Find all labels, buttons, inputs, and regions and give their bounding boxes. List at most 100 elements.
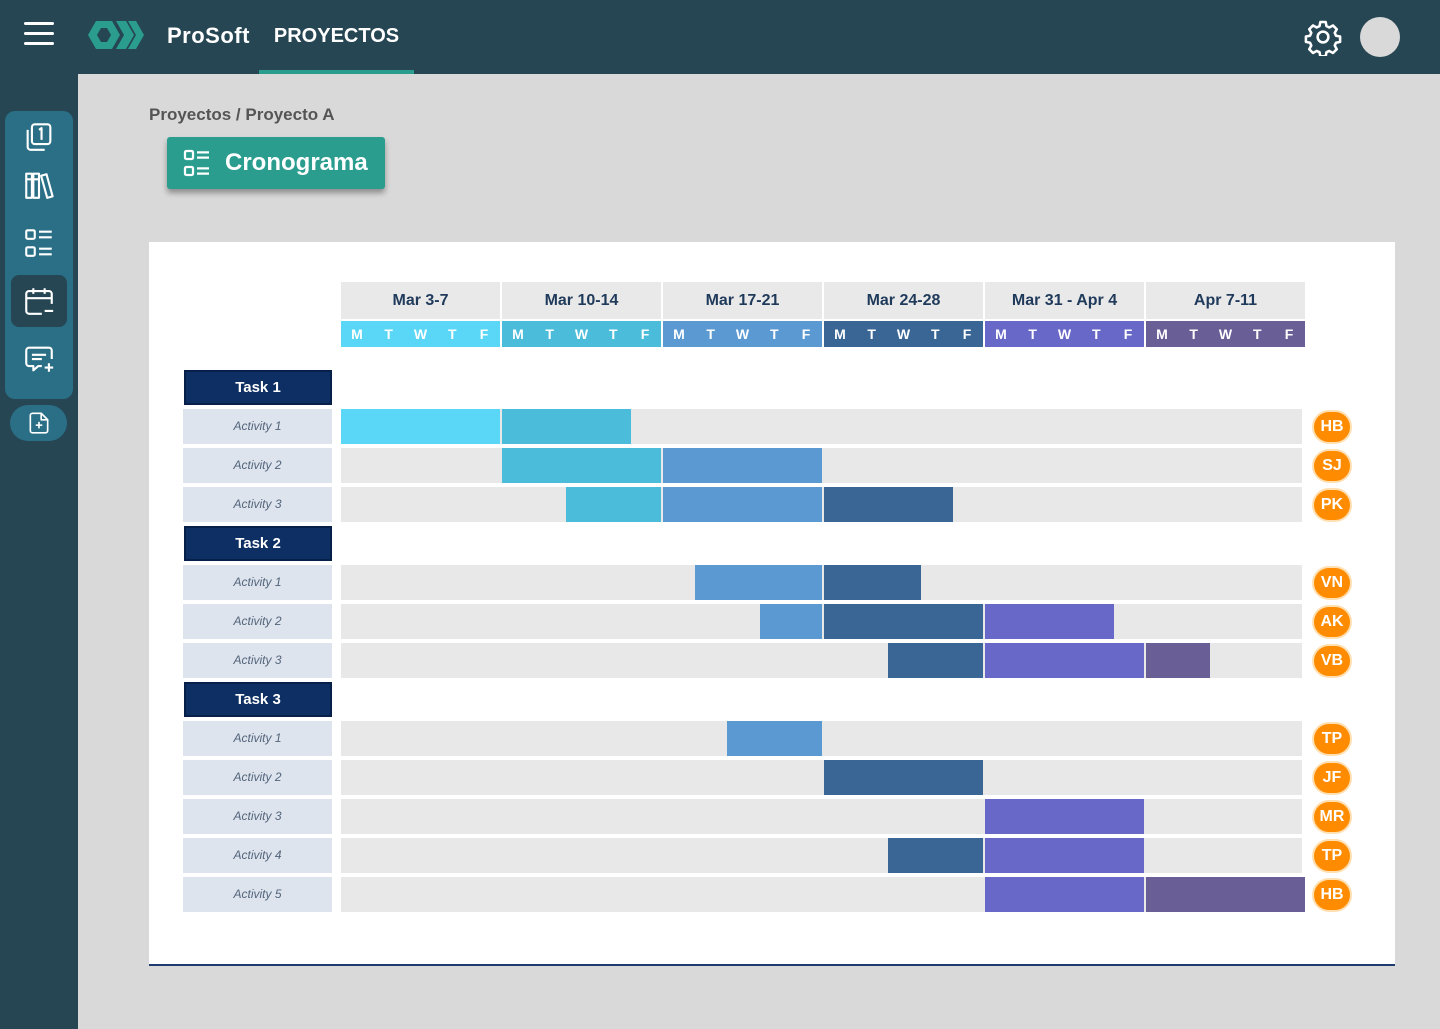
sidebar-item-duplicate[interactable] — [11, 111, 67, 163]
activity-bar[interactable] — [985, 838, 1144, 873]
assignee-badge[interactable]: PK — [1312, 488, 1352, 522]
assignee-badge[interactable]: TP — [1312, 722, 1352, 756]
day-label: T — [384, 326, 393, 342]
activity-bar[interactable] — [663, 487, 822, 522]
file-add-icon — [29, 412, 48, 434]
day-label: T — [1028, 326, 1037, 342]
day-label: T — [706, 326, 715, 342]
day-label: W — [574, 326, 589, 342]
activity-bar[interactable] — [727, 721, 822, 756]
activity-label: Activity 4 — [183, 838, 332, 873]
sidebar-group — [5, 111, 73, 399]
tab-proyectos-label: PROYECTOS — [273, 25, 400, 47]
assignee-badge[interactable]: MR — [1312, 800, 1352, 834]
activity-bar[interactable] — [985, 877, 1144, 912]
assignee-badge[interactable]: HB — [1312, 878, 1352, 912]
day-label: W — [896, 326, 911, 342]
activity-label: Activity 2 — [183, 448, 332, 483]
calendar-icon — [25, 288, 54, 315]
assignee-badge[interactable]: JF — [1312, 761, 1352, 795]
comment-add-icon — [25, 346, 54, 372]
schedule-list-icon — [183, 149, 209, 177]
activity-track — [341, 604, 1302, 639]
activity-bar[interactable] — [888, 643, 983, 678]
week-days: MTWTF — [341, 321, 500, 347]
sidebar-item-list[interactable] — [11, 217, 67, 269]
active-tab-indicator — [259, 70, 414, 74]
breadcrumb[interactable]: Proyectos / Proyecto A — [149, 105, 335, 125]
day-label: T — [1092, 326, 1101, 342]
day-label: M — [834, 326, 846, 342]
assignee-badge[interactable]: VN — [1312, 566, 1352, 600]
day-label: M — [1156, 326, 1168, 342]
activity-bar[interactable] — [888, 838, 983, 873]
sidebar-item-library[interactable] — [11, 159, 67, 211]
activity-bar[interactable] — [502, 409, 631, 444]
day-label: T — [448, 326, 457, 342]
task-label: Task 2 — [184, 526, 332, 561]
activity-bar[interactable] — [566, 487, 661, 522]
day-label: W — [413, 326, 428, 342]
sidebar-item-file-add[interactable] — [10, 405, 67, 441]
activity-bar[interactable] — [1146, 643, 1211, 678]
sidebar — [0, 74, 78, 1029]
user-avatar[interactable] — [1360, 17, 1400, 57]
activity-label: Activity 2 — [183, 760, 332, 795]
activity-bar[interactable] — [824, 487, 953, 522]
activity-bar[interactable] — [985, 604, 1114, 639]
activity-label: Activity 1 — [183, 721, 332, 756]
activity-bar[interactable] — [824, 604, 983, 639]
activity-bar[interactable] — [759, 604, 822, 639]
assignee-badge[interactable]: AK — [1312, 605, 1352, 639]
activity-bar[interactable] — [985, 799, 1144, 834]
activity-bar[interactable] — [824, 760, 983, 795]
sidebar-item-calendar[interactable] — [11, 275, 67, 327]
gantt-chart: Mar 3-7 M T W T F Mar 10-14 M T W T F Mar 17-21 M T W T F… — [149, 242, 1395, 966]
week-header: Mar 3-7 — [341, 282, 500, 319]
week-header: Apr 7-11 — [1146, 282, 1305, 319]
activity-bar[interactable] — [985, 643, 1144, 678]
day-label: T — [770, 326, 779, 342]
activity-track — [341, 760, 1302, 795]
day-label: T — [931, 326, 940, 342]
day-label: M — [673, 326, 685, 342]
activity-bar[interactable] — [663, 448, 822, 483]
activity-track — [341, 565, 1302, 600]
tab-proyectos[interactable]: PROYECTOS — [259, 0, 414, 74]
activity-track — [341, 721, 1302, 756]
day-label: F — [962, 326, 972, 342]
week-days: MTWTF — [663, 321, 822, 347]
sidebar-item-comment-add[interactable] — [11, 333, 67, 385]
week-days: MTWTF — [1146, 321, 1305, 347]
day-label: T — [867, 326, 876, 342]
activity-bar[interactable] — [1146, 877, 1305, 912]
list-icon — [25, 229, 52, 257]
activity-track — [341, 838, 1302, 873]
day-label: W — [735, 326, 750, 342]
day-label: T — [1253, 326, 1262, 342]
task-label: Task 1 — [184, 370, 332, 405]
activity-label: Activity 1 — [183, 409, 332, 444]
assignee-badge[interactable]: VB — [1312, 644, 1352, 678]
activity-bar[interactable] — [341, 409, 500, 444]
day-label: M — [995, 326, 1007, 342]
activity-bar[interactable] — [695, 565, 822, 600]
day-label: W — [1057, 326, 1072, 342]
task-label: Task 3 — [184, 682, 332, 717]
assignee-badge[interactable]: HB — [1312, 410, 1352, 444]
week-days: MTWTF — [985, 321, 1144, 347]
activity-bar[interactable] — [824, 565, 921, 600]
day-label: F — [1123, 326, 1133, 342]
activity-label: Activity 1 — [183, 565, 332, 600]
activity-bar[interactable] — [502, 448, 661, 483]
activity-track — [341, 877, 1305, 912]
gear-icon[interactable] — [1304, 18, 1342, 56]
activity-label: Activity 3 — [183, 487, 332, 522]
cronograma-button[interactable]: Cronograma — [167, 137, 385, 189]
day-label: F — [1284, 326, 1294, 342]
assignee-badge[interactable]: SJ — [1312, 449, 1352, 483]
week-days: MTWTF — [824, 321, 983, 347]
menu-icon[interactable] — [24, 22, 54, 48]
day-label: T — [609, 326, 618, 342]
assignee-badge[interactable]: TP — [1312, 839, 1352, 873]
